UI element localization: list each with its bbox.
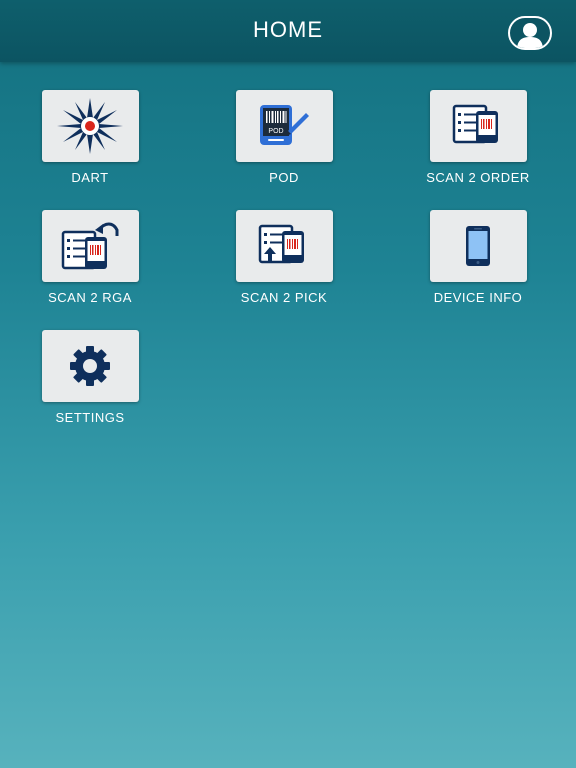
pod-scanner-icon: POD xyxy=(260,105,309,145)
tile-label: SCAN 2 RGA xyxy=(48,290,132,305)
tile-device-info[interactable]: DEVICE INFO xyxy=(408,210,548,305)
tile-label: SETTINGS xyxy=(55,410,125,425)
page-title: HOME xyxy=(253,17,323,42)
phone-device-icon xyxy=(466,226,490,266)
tile-pod-box[interactable]: POD xyxy=(235,90,333,162)
tile-settings-box[interactable] xyxy=(41,330,139,402)
tile-dart-box[interactable] xyxy=(41,90,139,162)
tile-scan-2-rga[interactable]: SCAN 2 RGA xyxy=(20,210,160,305)
app-header: HOME xyxy=(0,0,576,62)
tile-scan-2-order[interactable]: SCAN 2 ORDER xyxy=(408,90,548,185)
tile-scan-2-order-box[interactable] xyxy=(429,90,527,162)
gear-icon xyxy=(70,346,110,386)
tile-pod[interactable]: POD POD xyxy=(214,90,354,185)
tile-dart[interactable]: DART xyxy=(20,90,160,185)
tile-label: SCAN 2 PICK xyxy=(240,290,328,305)
scan-rga-icon xyxy=(61,222,119,270)
tile-settings[interactable]: SETTINGS xyxy=(20,330,160,425)
tile-scan-2-pick-box[interactable] xyxy=(235,210,333,282)
scan-pick-icon xyxy=(258,224,304,264)
tile-scan-2-pick[interactable]: SCAN 2 PICK xyxy=(214,210,354,305)
tile-scan-2-rga-box[interactable] xyxy=(41,210,139,282)
tile-label: DART xyxy=(71,170,109,185)
tile-label: POD xyxy=(269,170,299,185)
tile-device-info-box[interactable] xyxy=(429,210,527,282)
profile-button[interactable] xyxy=(508,16,552,50)
user-profile-icon xyxy=(517,23,543,48)
tile-label: SCAN 2 ORDER xyxy=(426,170,530,185)
svg-text:POD: POD xyxy=(268,128,283,135)
dart-starburst-icon xyxy=(57,98,123,154)
tile-label: DEVICE INFO xyxy=(433,290,523,305)
scan-order-icon xyxy=(452,104,498,144)
